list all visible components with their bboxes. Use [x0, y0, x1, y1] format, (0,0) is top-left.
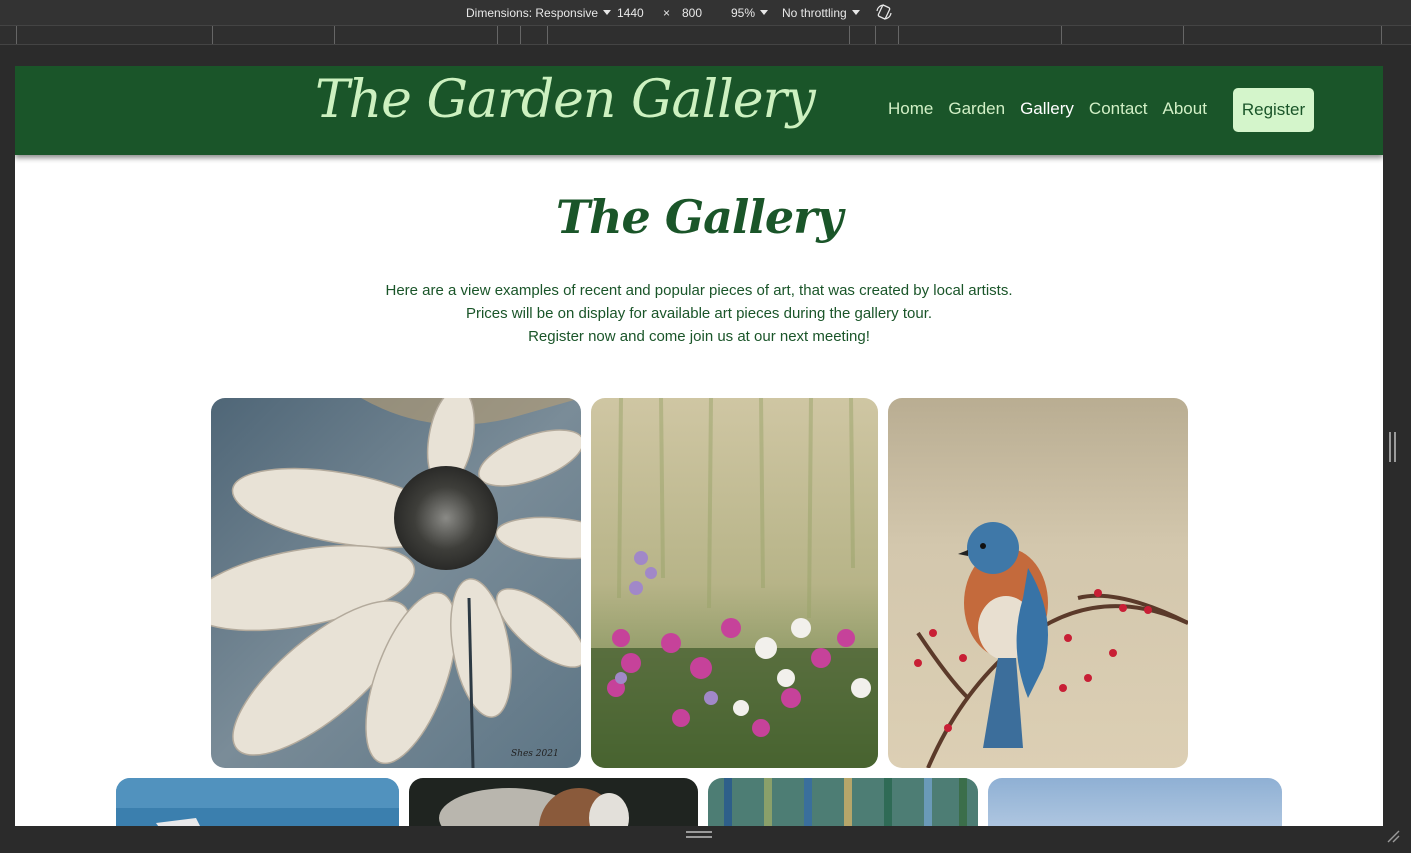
chevron-down-icon	[603, 10, 612, 15]
viewport-width-handle[interactable]	[1389, 432, 1397, 462]
artwork-sky[interactable]	[988, 778, 1282, 826]
height-input[interactable]: 800	[682, 6, 702, 20]
nav-contact[interactable]: Contact	[1089, 99, 1148, 119]
wildflowers-painting-image	[591, 398, 878, 768]
site-header: The Garden Gallery Home Garden Gallery C…	[15, 66, 1383, 155]
intro-line-2: Prices will be on display for available …	[465, 305, 933, 322]
resize-corner-icon[interactable]	[1386, 829, 1400, 843]
chevron-down-icon	[760, 10, 769, 15]
nav-home[interactable]: Home	[888, 99, 933, 119]
intro-text: Here are a view examples of recent and p…	[15, 279, 1383, 348]
media-query-ruler	[0, 25, 1411, 45]
site-logo[interactable]: The Garden Gallery	[315, 70, 816, 130]
intro-line-3: Register now and come join us at our nex…	[528, 328, 870, 345]
bluebird-painting-image	[888, 398, 1188, 768]
artwork-child[interactable]	[409, 778, 698, 826]
artwork-wildflowers[interactable]	[591, 398, 878, 768]
devtools-toolbar: Dimensions: Responsive 1440 × 800 95% No…	[0, 0, 1411, 25]
nav-gallery[interactable]: Gallery	[1020, 99, 1074, 119]
main-nav: Home Garden Gallery Contact About	[888, 99, 1207, 119]
artwork-bluebird[interactable]	[888, 398, 1188, 768]
throttling-label: No throttling	[782, 6, 847, 20]
artwork-daisy[interactable]: Shes 2021	[211, 398, 581, 768]
nav-about[interactable]: About	[1163, 99, 1207, 119]
page-title: The Gallery	[555, 190, 843, 244]
times-label: ×	[663, 6, 671, 20]
daisy-painting-image: Shes 2021	[211, 398, 581, 768]
svg-text:Shes 2021: Shes 2021	[511, 749, 559, 759]
viewport-height-handle[interactable]	[686, 831, 712, 839]
artwork-abstract[interactable]	[708, 778, 978, 826]
zoom-label: 95%	[731, 6, 756, 20]
rotate-icon[interactable]	[875, 3, 893, 21]
zoom-dropdown[interactable]: 95%	[731, 6, 769, 20]
child-painting-image	[409, 778, 698, 826]
sky-painting-image	[988, 778, 1282, 826]
sailboat-painting-image	[116, 778, 399, 826]
intro-line-1: Here are a view examples of recent and p…	[385, 282, 1013, 299]
page-viewport: The Garden Gallery Home Garden Gallery C…	[15, 66, 1383, 826]
artwork-sailboat[interactable]	[116, 778, 399, 826]
dimensions-dropdown[interactable]: Dimensions: Responsive	[466, 6, 612, 20]
abstract-painting-image	[708, 778, 978, 826]
width-input[interactable]: 1440	[617, 6, 644, 20]
throttling-dropdown[interactable]: No throttling	[782, 6, 860, 20]
dimensions-label: Dimensions: Responsive	[466, 6, 599, 20]
chevron-down-icon	[851, 10, 860, 15]
register-button[interactable]: Register	[1233, 88, 1314, 132]
nav-garden[interactable]: Garden	[948, 99, 1005, 119]
